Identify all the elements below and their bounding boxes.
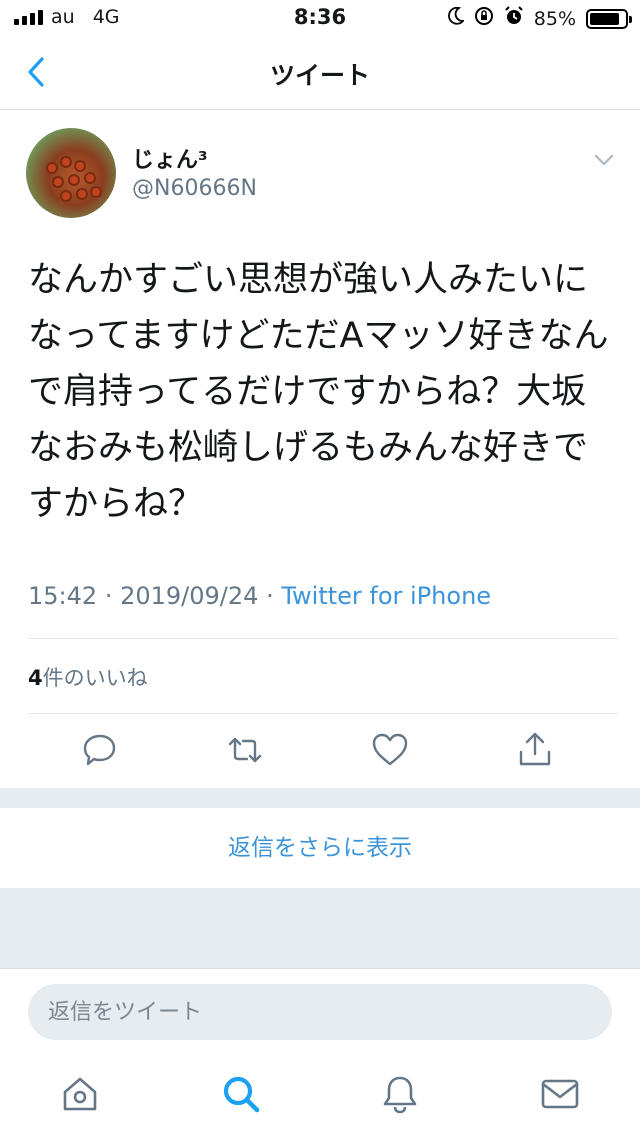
tweet-source-link[interactable]: Twitter for iPhone [281, 582, 491, 610]
meta-separator: · [266, 582, 274, 610]
reply-icon [83, 734, 116, 766]
reply-button[interactable] [80, 730, 120, 770]
likes-label: 件のいいね [42, 666, 148, 690]
moon-icon [447, 6, 465, 30]
tweet-meta: 15:42 · 2019/09/24 · Twitter for iPhone [28, 582, 491, 610]
avatar[interactable] [26, 128, 116, 218]
reply-input[interactable] [28, 984, 612, 1040]
tab-search[interactable] [219, 1072, 263, 1116]
divider [28, 713, 618, 714]
battery-icon [586, 8, 632, 29]
tweet-menu-button[interactable] [588, 146, 620, 174]
share-icon [519, 732, 551, 766]
page-title: ツイート [269, 61, 370, 90]
section-separator [0, 888, 640, 968]
battery-percent: 85% [533, 7, 576, 30]
likes-count: 4 [28, 666, 43, 690]
tweet-text: なんかすごい思想が強い人みたいになってますけどただAマッソ好きなんで肩持ってるだ… [28, 260, 609, 524]
retweet-icon [228, 737, 262, 763]
tweet-date: 2019/09/24 [120, 582, 259, 610]
meta-separator: · [104, 582, 113, 610]
tweet-time: 15:42 [28, 582, 98, 610]
notifications-icon [383, 1076, 417, 1114]
display-name[interactable]: じょん³ [132, 142, 208, 174]
like-button[interactable] [370, 730, 410, 770]
status-right: 85% [447, 6, 632, 31]
section-separator [0, 788, 640, 808]
messages-icon [541, 1079, 579, 1109]
rotation-lock-icon [474, 6, 494, 31]
share-button[interactable] [515, 730, 555, 770]
chevron-down-icon [594, 154, 614, 166]
home-icon [63, 1077, 97, 1111]
search-icon [223, 1076, 260, 1113]
divider [28, 638, 618, 639]
nav-bar: ツイート [0, 36, 640, 110]
like-icon [372, 733, 408, 766]
tab-home[interactable] [58, 1072, 102, 1116]
status-bar: au 4G 8:36 85% [0, 0, 640, 36]
show-more-replies-button[interactable]: 返信をさらに表示 [0, 808, 640, 888]
tab-messages[interactable] [538, 1072, 582, 1116]
alarm-icon [504, 6, 524, 31]
retweet-button[interactable] [225, 730, 265, 770]
tab-notifications[interactable] [378, 1072, 422, 1116]
user-handle[interactable]: @N60666N [132, 176, 257, 201]
likes-summary[interactable]: 4件のいいね [28, 662, 148, 692]
